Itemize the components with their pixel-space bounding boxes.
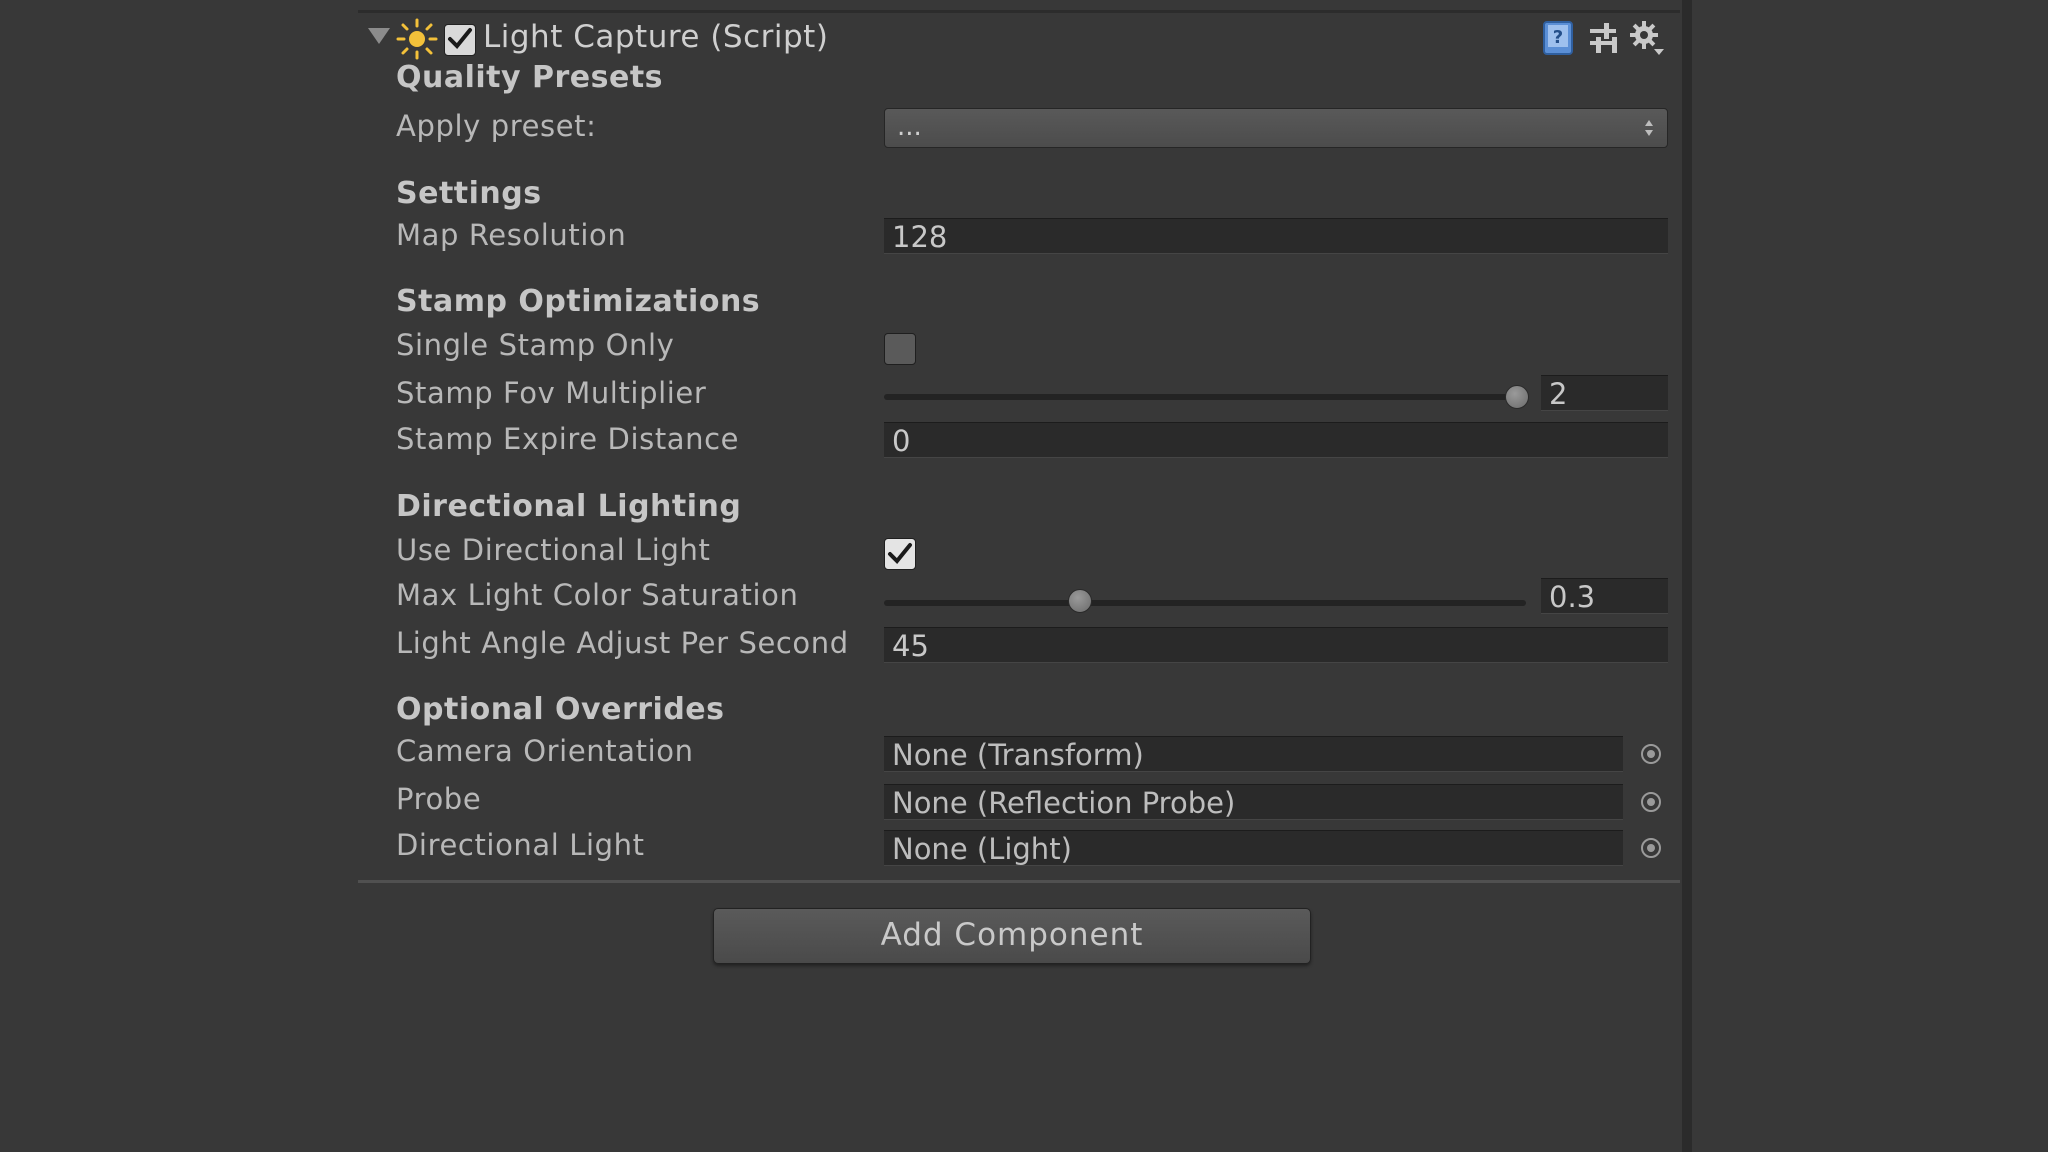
help-book-icon[interactable]: ? [1540, 19, 1578, 57]
directional-light-field[interactable]: None (Light) [884, 830, 1623, 866]
camera-orientation-label: Camera Orientation [396, 734, 694, 768]
component-title: Light Capture (Script) [483, 19, 829, 55]
top-separator [358, 10, 1680, 13]
use-directional-light-checkbox[interactable] [884, 538, 916, 570]
stamp-fov-multiplier-input[interactable]: 2 [1541, 375, 1668, 411]
use-directional-light-label: Use Directional Light [396, 533, 711, 567]
map-resolution-label: Map Resolution [396, 218, 627, 252]
svg-text:?: ? [1553, 27, 1563, 48]
map-resolution-input[interactable]: 128 [884, 218, 1668, 254]
foldout-arrow-icon[interactable] [368, 28, 390, 44]
single-stamp-only-label: Single Stamp Only [396, 328, 675, 362]
checkmark-icon [448, 28, 472, 49]
stamp-expire-distance-label: Stamp Expire Distance [396, 422, 740, 456]
apply-preset-dropdown[interactable]: ... [884, 108, 1668, 148]
light-angle-adjust-label: Light Angle Adjust Per Second [396, 626, 849, 660]
apply-preset-value: ... [897, 112, 922, 142]
section-quality-presets: Quality Presets [396, 60, 664, 95]
probe-picker-icon[interactable] [1641, 792, 1661, 812]
directional-light-picker-icon[interactable] [1641, 838, 1661, 858]
max-light-color-saturation-input[interactable]: 0.3 [1541, 578, 1668, 614]
directional-light-label: Directional Light [396, 828, 645, 862]
stamp-fov-slider-thumb[interactable] [1505, 385, 1529, 409]
checkmark-icon [888, 543, 912, 564]
section-settings: Settings [396, 176, 542, 211]
saturation-slider-thumb[interactable] [1068, 589, 1092, 613]
camera-orientation-picker-icon[interactable] [1641, 744, 1661, 764]
probe-label: Probe [396, 782, 482, 816]
gear-icon[interactable] [1628, 19, 1666, 57]
preset-sliders-icon[interactable] [1586, 19, 1624, 57]
inspector-panel [358, 0, 1680, 1152]
add-component-button[interactable]: Add Component [713, 908, 1311, 964]
saturation-slider-track[interactable] [884, 600, 1526, 606]
camera-orientation-field[interactable]: None (Transform) [884, 736, 1623, 772]
stamp-expire-distance-input[interactable]: 0 [884, 422, 1668, 458]
sun-icon [396, 18, 438, 60]
single-stamp-only-checkbox[interactable] [884, 333, 916, 365]
panel-divider[interactable] [1682, 0, 1692, 1152]
component-bottom-separator [358, 880, 1680, 883]
stamp-fov-multiplier-label: Stamp Fov Multiplier [396, 376, 707, 410]
stamp-fov-slider-track[interactable] [884, 394, 1526, 400]
right-empty-area [1692, 0, 2048, 1152]
section-directional-lighting: Directional Lighting [396, 489, 742, 524]
dropdown-arrows-icon [1645, 120, 1653, 136]
light-angle-adjust-input[interactable]: 45 [884, 627, 1668, 663]
component-enabled-checkbox[interactable] [444, 24, 476, 56]
section-stamp-optimizations: Stamp Optimizations [396, 284, 761, 319]
apply-preset-label: Apply preset: [396, 109, 597, 143]
component-header[interactable]: Light Capture (Script) ? [358, 14, 1680, 66]
section-optional-overrides: Optional Overrides [396, 692, 725, 727]
max-light-color-saturation-label: Max Light Color Saturation [396, 578, 799, 612]
probe-field[interactable]: None (Reflection Probe) [884, 784, 1623, 820]
